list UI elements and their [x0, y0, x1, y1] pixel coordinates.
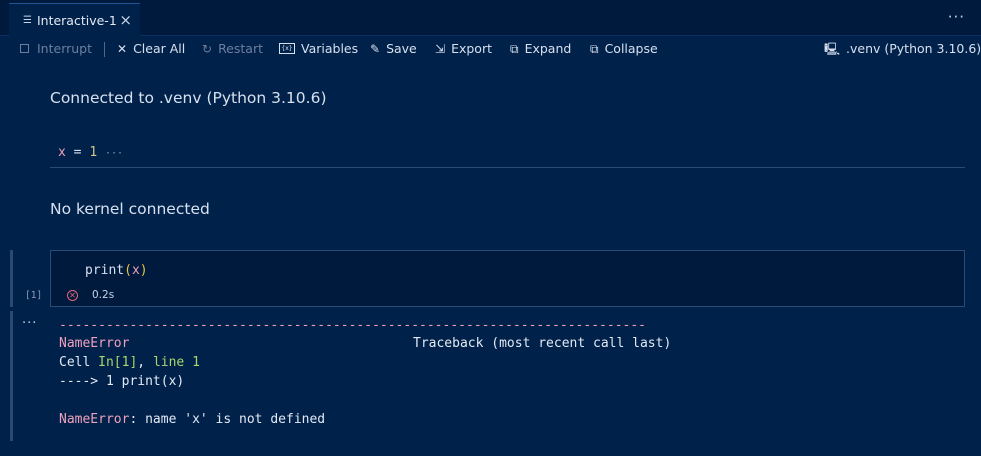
output-more-icon[interactable]: ··· — [22, 316, 37, 331]
traceback-error-line: NameError: name 'x' is not defined — [59, 412, 325, 427]
traceback-header: Traceback (most recent call last) — [413, 336, 672, 351]
clear-all-label: Clear All — [133, 41, 186, 56]
cell-2-focus-bar[interactable] — [10, 250, 13, 307]
traceback-error-name: NameError — [59, 336, 130, 351]
cell-2-close-paren: ) — [139, 263, 148, 278]
variables-icon: {x} — [279, 43, 295, 54]
save-icon: ✎ — [370, 41, 381, 56]
traceback-cell-sep: , — [137, 355, 153, 370]
stop-icon — [20, 44, 29, 53]
more-actions-icon[interactable]: ··· — [948, 8, 965, 26]
expand-button[interactable]: ⧉ Expand — [510, 41, 571, 56]
collapsed-ellipsis-icon[interactable]: ··· — [105, 148, 123, 159]
cell-2-open-paren: ( — [124, 263, 132, 278]
traceback-cell-prefix: Cell — [59, 355, 99, 370]
variables-button[interactable]: {x} Variables — [279, 41, 358, 56]
cell-2-function: print — [85, 263, 125, 278]
traceback-cell-ref[interactable]: In[1] — [98, 355, 137, 370]
save-label: Save — [386, 41, 417, 56]
error-status-icon: ✕ — [67, 290, 78, 301]
list-icon: ☰ — [23, 14, 32, 26]
collapse-label: Collapse — [604, 41, 658, 56]
interrupt-button[interactable]: Interrupt — [20, 41, 92, 56]
interactive-toolbar: Interrupt ✕ Clear All ↻ Restart {x} Vari… — [0, 37, 981, 63]
variables-label: Variables — [301, 41, 359, 56]
cell-2-source[interactable]: print(x) — [85, 263, 148, 278]
save-button[interactable]: ✎ Save — [370, 41, 417, 56]
kernel-picker[interactable]: 🖳 .venv (Python 3.10.6) — [824, 41, 981, 56]
collapse-button[interactable]: ⧉ Collapse — [590, 41, 658, 56]
export-icon: ⇲ — [435, 41, 446, 56]
cell-1-operator: = — [65, 145, 90, 160]
kernel-label: .venv (Python 3.10.6) — [846, 41, 981, 56]
cell-1-variable: x — [58, 145, 66, 160]
collapse-all-icon: ⧉ — [590, 41, 599, 56]
export-button[interactable]: ⇲ Export — [435, 41, 492, 56]
editor-tab-bar: ☰ Interactive-1 × ··· — [0, 0, 981, 36]
tab-interactive-1[interactable]: ☰ Interactive-1 × — [9, 3, 140, 36]
execution-duration: 0.2s — [92, 289, 115, 301]
expand-label: Expand — [524, 41, 572, 56]
close-icon[interactable]: × — [119, 11, 132, 29]
kernel-server-icon: 🖳 — [824, 41, 841, 56]
cell-divider — [50, 167, 965, 168]
close-icon: ✕ — [117, 41, 128, 56]
traceback-cell-line: Cell In[1], line 1 — [59, 355, 200, 370]
restart-button[interactable]: ↻ Restart — [202, 41, 263, 56]
error-line-message: : name 'x' is not defined — [129, 412, 326, 427]
code-cell-2[interactable]: print(x) — [50, 250, 965, 307]
cell-2-argument: x — [131, 263, 140, 278]
cell-1-value: 1 — [89, 145, 98, 160]
traceback-arrow-line: ----> 1 print(x) — [59, 374, 185, 389]
expand-all-icon: ⧉ — [510, 41, 519, 56]
code-cell-1[interactable]: x = 1 ··· — [58, 145, 123, 160]
export-label: Export — [451, 41, 492, 56]
output-focus-bar[interactable] — [10, 311, 13, 441]
execution-count: [1] — [25, 290, 43, 301]
restart-label: Restart — [218, 41, 263, 56]
interrupt-label: Interrupt — [37, 41, 93, 56]
traceback-separator: ----------------------------------------… — [59, 318, 646, 330]
connected-message: Connected to .venv (Python 3.10.6) — [50, 89, 327, 107]
error-line-name: NameError — [59, 412, 130, 427]
restart-icon: ↻ — [202, 41, 213, 56]
tab-label: Interactive-1 — [36, 12, 117, 28]
clear-all-button[interactable]: ✕ Clear All — [117, 41, 185, 56]
toolbar-divider — [104, 42, 105, 57]
no-kernel-message: No kernel connected — [50, 200, 210, 218]
traceback-line-ref[interactable]: line 1 — [153, 355, 200, 370]
